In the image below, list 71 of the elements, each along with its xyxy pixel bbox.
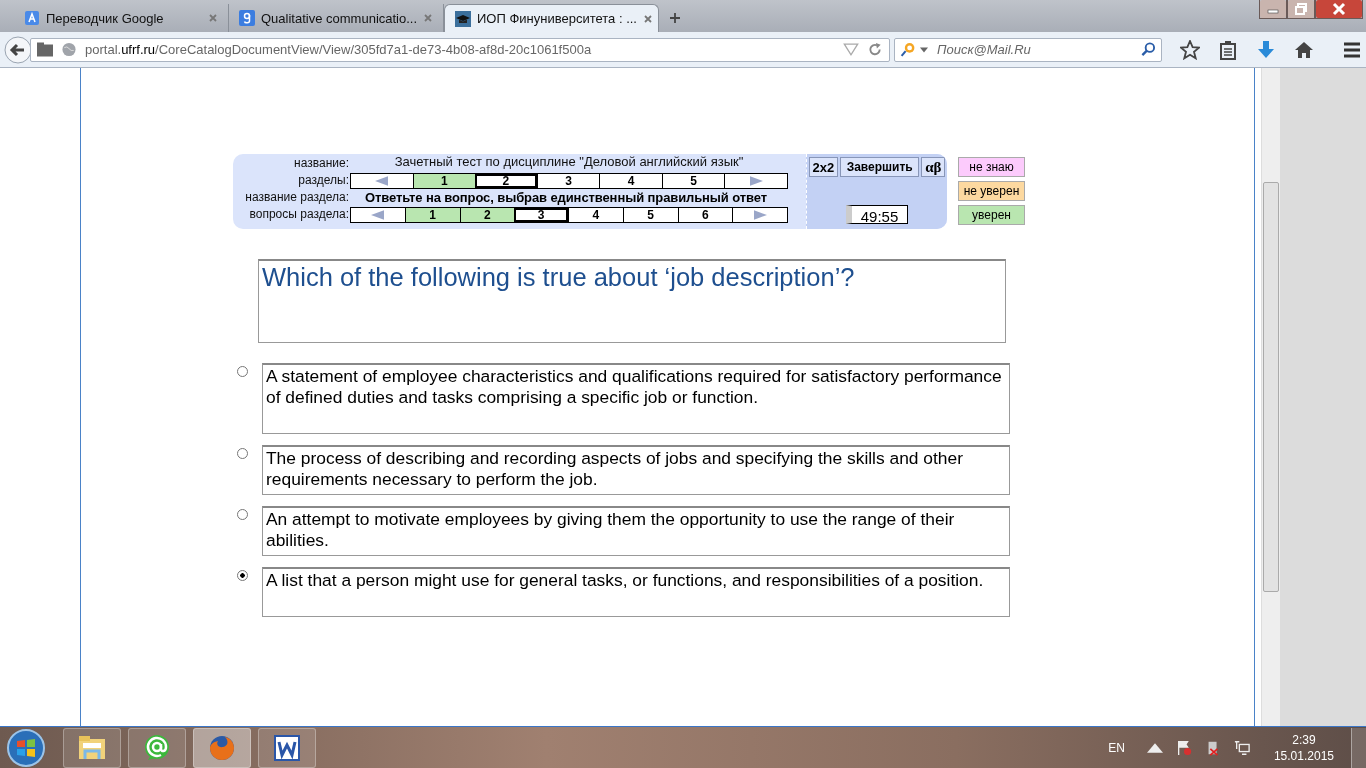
left-arrow-icon [375,176,389,186]
radio-button[interactable] [237,448,248,459]
flag-icon[interactable] [1175,739,1192,756]
question-tab[interactable]: 6 [677,208,733,222]
taskbar-app[interactable] [193,727,251,768]
section-tab[interactable]: 4 [599,174,662,188]
section-tab[interactable]: 5 [661,174,725,188]
taskbar-app[interactable] [63,727,121,768]
translate-icon [24,10,40,26]
field-label: название раздела: [244,189,349,206]
question-tab[interactable]: 2 [459,208,515,222]
address-field[interactable]: portal.ufrf.ru/CoreCatalogDocumentView/View/305fd7a1-de73-4b08-af8d-20c1061f500a [30,37,890,62]
reading-list-icon[interactable] [1218,39,1238,60]
start-button[interactable] [6,727,46,768]
question-tab[interactable]: 5 [622,208,678,222]
close-icon[interactable] [643,13,653,24]
question-tab[interactable]: 4 [568,208,623,222]
star-icon[interactable] [1180,39,1200,60]
show-desktop-button[interactable] [1351,727,1366,768]
section-tab[interactable]: 2 [475,174,537,188]
taskbar-app[interactable] [258,727,316,768]
browser-tab[interactable]: ИОП Финуниверситета : ... [444,4,659,32]
right-arrow-icon [749,176,763,186]
left-arrow-icon [371,210,385,220]
confidence-button[interactable]: уверен [958,205,1025,225]
download-icon[interactable] [1256,39,1276,60]
question-text: Which of the following is true about ‘job description’? [258,259,1006,343]
test-title: Зачетный тест по дисциплине "Деловой английский язык" [393,155,745,171]
field-label: название: [293,155,349,172]
answer-option: A statement of employee characteristics and qualifications required for satisfactory performance of defined duties and tasks comprising a specific job or function. [262,363,1010,434]
confidence-button[interactable]: не уверен [958,181,1025,201]
clock-time[interactable]: 2:39 [1292,731,1316,748]
graduation-cap-icon [455,10,471,27]
taskbar-app[interactable] [128,727,186,768]
timer: 49:55 [846,205,908,224]
globe-icon [61,42,77,57]
answer-option: A list that a person might use for general tasks, or functions, and responsibilities of a position. [262,567,1010,617]
caret-icon[interactable] [920,46,928,53]
clock-date[interactable]: 15.01.2015 [1273,747,1334,764]
section-tab[interactable]: 3 [536,174,600,188]
at-sign-icon [142,732,172,763]
toolbar-button[interactable]: αβ [921,157,946,177]
language-indicator[interactable]: EN [1108,740,1125,755]
close-icon[interactable] [1315,0,1363,19]
search-field[interactable]: Поиск@Mail.Ru [894,37,1162,62]
answer-option: An attempt to motivate employees by giving them the opportunity to use the range of their abilities. [262,506,1010,556]
mail-search-icon [900,41,916,57]
minimize-icon[interactable] [1259,0,1287,19]
reload-icon[interactable] [867,42,883,57]
toolbar-button[interactable]: 2x2 [808,157,839,177]
new-tab-icon[interactable] [669,12,681,24]
field-label: разделы: [297,172,349,189]
network-icon[interactable] [1233,739,1250,756]
restore-icon[interactable] [1287,0,1315,19]
radio-button[interactable] [237,509,248,520]
back-icon[interactable] [4,35,32,64]
toolbar-button[interactable]: Завершить [840,157,920,177]
right-arrow-icon [753,210,767,220]
document-w-icon [272,732,302,763]
question-tab[interactable]: 1 [404,208,460,222]
home-icon[interactable] [1294,39,1314,60]
radio-button[interactable] [237,366,248,377]
radio-button[interactable] [237,570,248,581]
answer-option: The process of describing and recording aspects of jobs and specifying the skills and other requirements necessary to perform the job. [262,445,1010,495]
field-label: вопросы раздела: [248,206,349,223]
confidence-button[interactable]: не знаю [958,157,1025,177]
folder-icon [37,42,53,57]
question-tab[interactable]: 3 [514,208,568,222]
search-icon[interactable] [1140,41,1156,57]
scrollbar[interactable] [1261,68,1280,726]
section-tab[interactable]: 1 [412,174,476,188]
